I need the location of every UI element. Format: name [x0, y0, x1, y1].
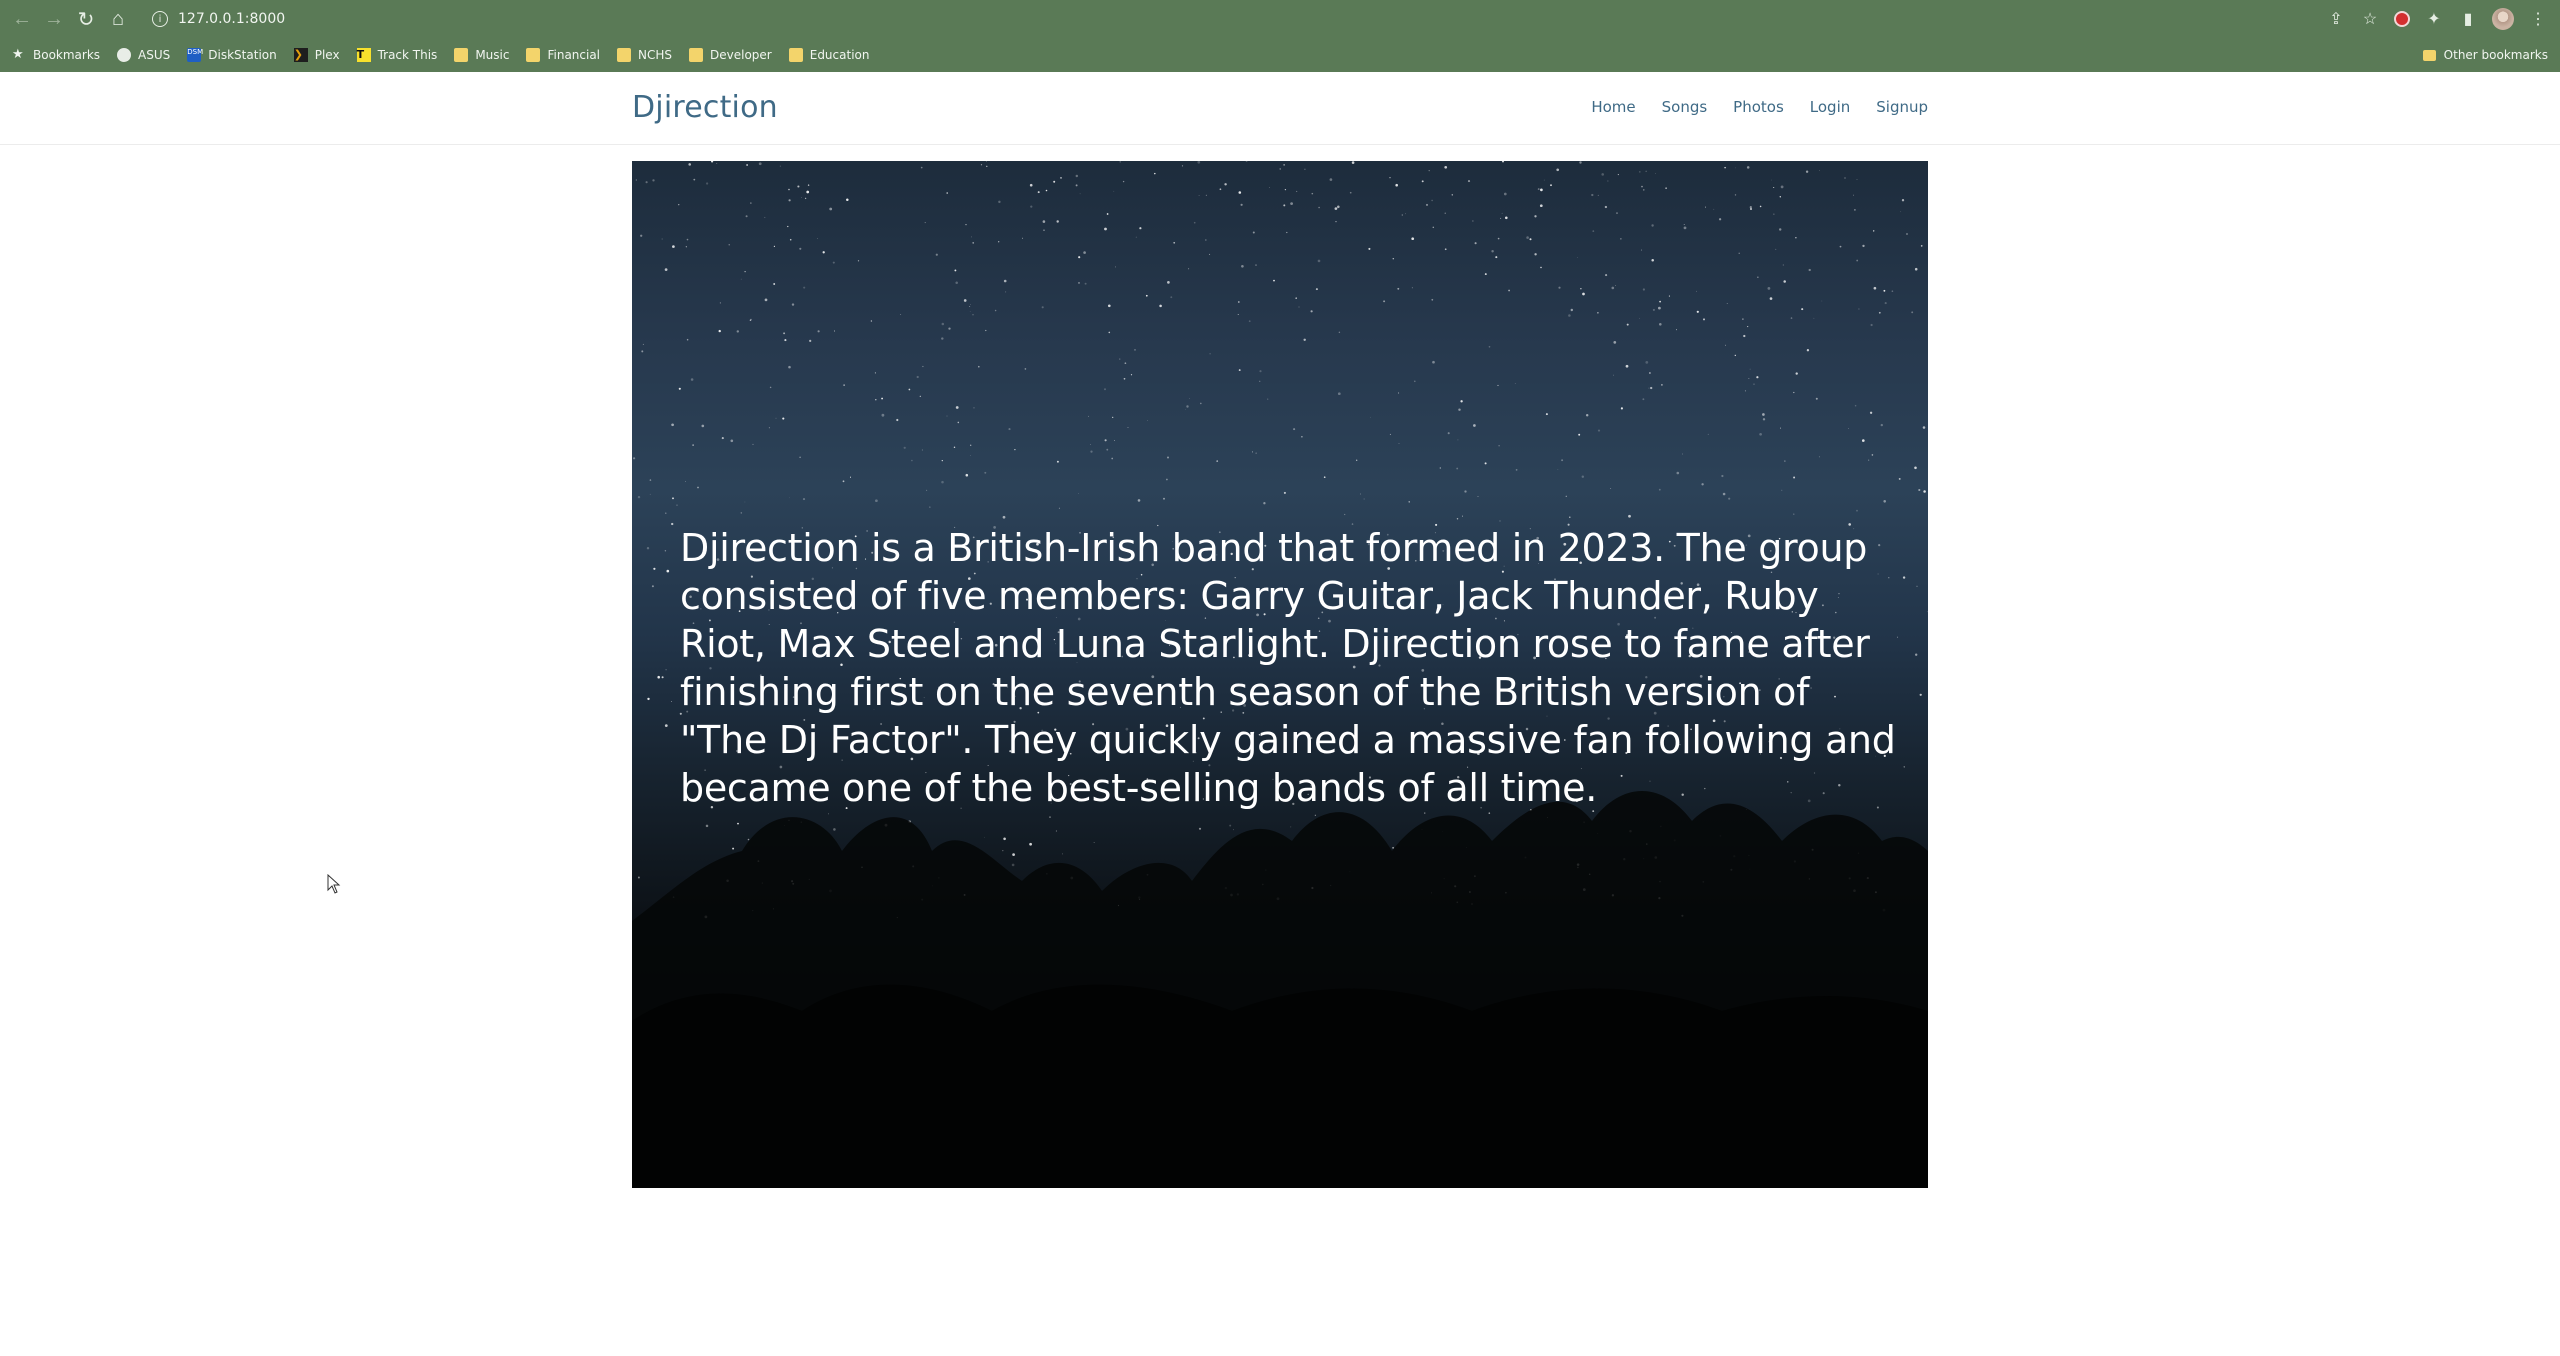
bookmark-asus[interactable]: ASUS [117, 48, 170, 62]
asus-icon [117, 48, 132, 62]
share-icon[interactable]: ⇪ [2326, 9, 2346, 29]
browser-toolbar: ← → ↻ ⌂ i 127.0.0.1:8000 ⇪ ☆ ✦ ▮ ⋮ [0, 0, 2560, 38]
puzzle-icon[interactable]: ✦ [2424, 9, 2444, 29]
nav-signup[interactable]: Signup [1876, 98, 1928, 116]
folder-icon [2422, 49, 2436, 61]
hero-description: Djirection is a British-Irish band that … [680, 526, 1896, 810]
other-bookmarks[interactable]: Other bookmarks [2422, 38, 2548, 72]
bookmark-education[interactable]: Education [788, 48, 870, 62]
hero-banner: Djirection is a British-Irish band that … [632, 161, 1928, 1188]
site-header: Djirection Home Songs Photos Login Signu… [0, 72, 2560, 145]
bookmark-financial[interactable]: Financial [526, 48, 600, 62]
bookmark-label: ASUS [138, 48, 171, 62]
bookmark-bookmarks[interactable]: ★ Bookmarks [12, 47, 101, 63]
bookmark-plex[interactable]: ❯ Plex [293, 48, 340, 62]
bookmark-star-icon[interactable]: ☆ [2360, 9, 2380, 29]
site-nav: Home Songs Photos Login Signup [1591, 98, 1928, 116]
home-button[interactable]: ⌂ [102, 0, 134, 38]
folder-icon [454, 48, 469, 62]
profile-avatar[interactable] [2492, 8, 2514, 30]
plex-icon: ❯ [293, 48, 308, 62]
bookmark-label: Plex [314, 48, 340, 62]
nav-songs[interactable]: Songs [1662, 98, 1708, 116]
bookmark-label: Financial [547, 48, 601, 62]
site-brand[interactable]: Djirection [632, 90, 778, 125]
folder-icon [526, 48, 541, 62]
site-info-icon[interactable]: i [152, 11, 168, 27]
nav-home[interactable]: Home [1591, 98, 1635, 116]
folder-icon [788, 48, 803, 62]
bookmark-track-this[interactable]: T Track This [356, 48, 438, 62]
other-bookmarks-label: Other bookmarks [2443, 48, 2548, 62]
nav-login[interactable]: Login [1810, 98, 1850, 116]
bookmark-label: Developer [710, 48, 772, 62]
menu-dots-icon[interactable]: ⋮ [2528, 9, 2548, 29]
toolbar-actions: ⇪ ☆ ✦ ▮ ⋮ [2326, 0, 2548, 38]
folder-icon [617, 48, 632, 62]
mouse-cursor-icon [327, 874, 341, 894]
extension-icon[interactable] [2394, 11, 2410, 27]
bookmark-developer[interactable]: Developer [689, 48, 772, 62]
side-panel-icon[interactable]: ▮ [2458, 9, 2478, 29]
bookmark-label: Bookmarks [33, 48, 101, 62]
bookmark-label: Education [809, 48, 870, 62]
bookmark-music[interactable]: Music [454, 48, 509, 62]
bookmarks-bar: ★ Bookmarks ASUS DSM DiskStation ❯ Plex T Tr… [0, 38, 2560, 72]
track-this-icon: T [356, 48, 371, 62]
star-icon: ★ [12, 47, 24, 62]
url-text: 127.0.0.1:8000 [178, 11, 286, 27]
nav-photos[interactable]: Photos [1733, 98, 1784, 116]
reload-button[interactable]: ↻ [70, 0, 102, 38]
bookmark-label: Music [475, 48, 510, 62]
back-button[interactable]: ← [6, 0, 38, 38]
address-bar[interactable]: i 127.0.0.1:8000 [142, 5, 2382, 33]
forward-button[interactable]: → [38, 0, 70, 38]
bookmark-nchs[interactable]: NCHS [617, 48, 672, 62]
diskstation-icon: DSM [187, 48, 203, 62]
folder-icon [689, 48, 704, 62]
bookmark-label: DiskStation [208, 48, 277, 62]
bookmark-label: NCHS [638, 48, 673, 62]
bookmark-label: Track This [377, 48, 438, 62]
bookmark-diskstation[interactable]: DSM DiskStation [187, 48, 277, 62]
